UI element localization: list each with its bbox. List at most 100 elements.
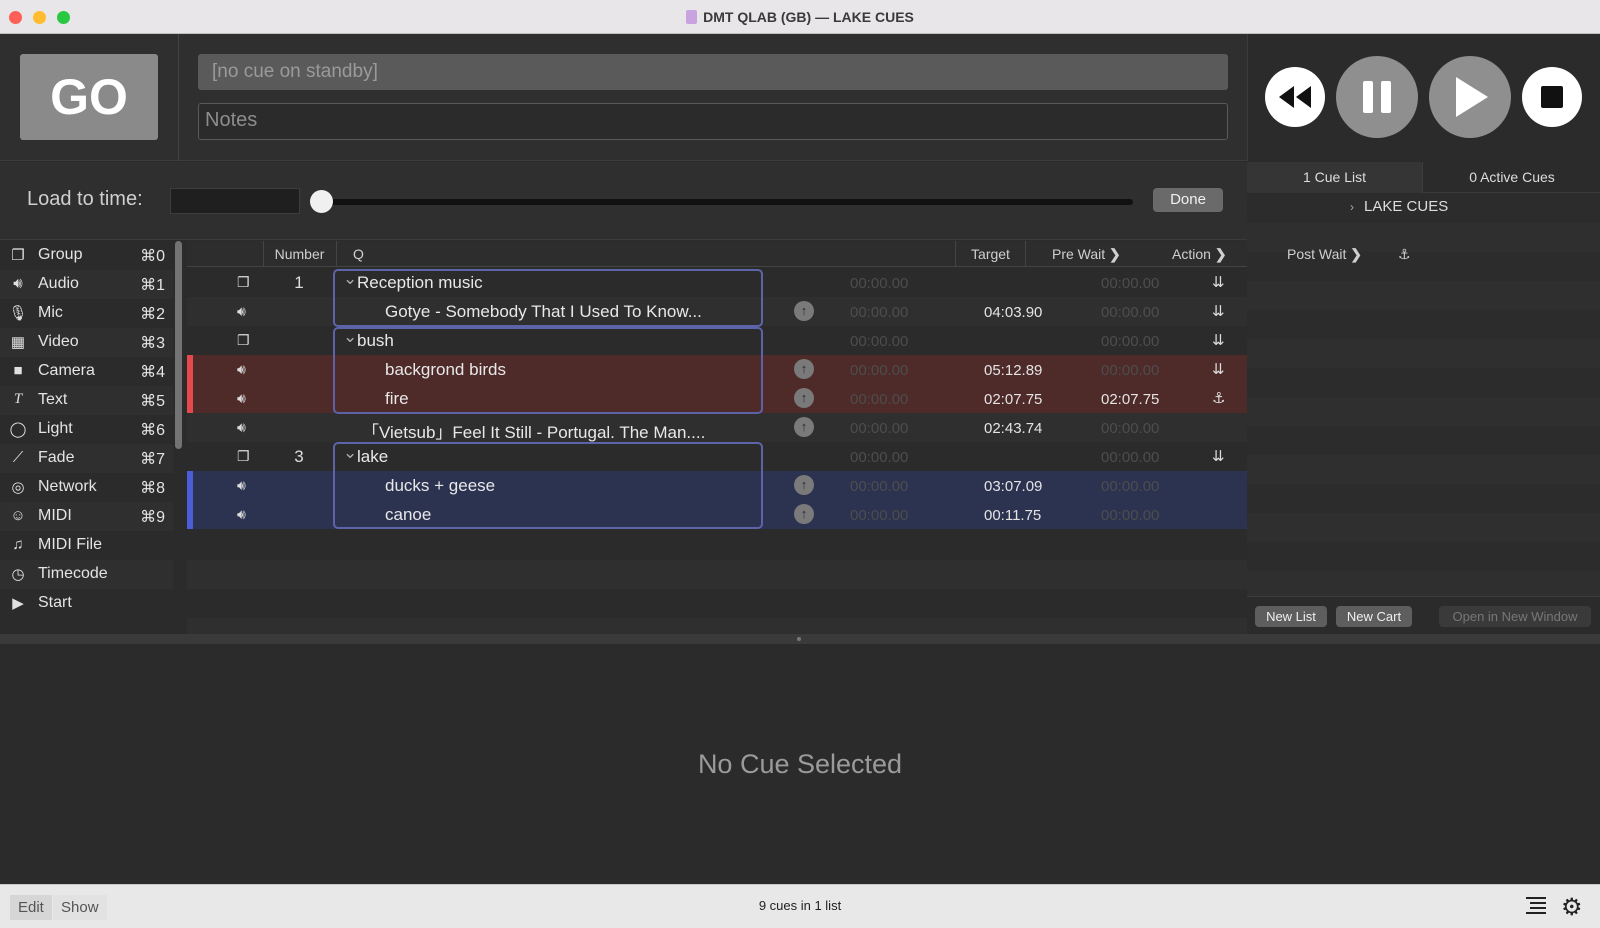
cue-name[interactable]: ⌄ lake	[343, 443, 388, 467]
cue-list-item[interactable]: › LAKE CUES	[1350, 198, 1448, 215]
cue-action-time[interactable]: 05:12.89	[984, 362, 1042, 379]
toolbox-item-fade[interactable]: ⟋ Fade ⌘7	[0, 444, 173, 473]
list-view-icon[interactable]	[1526, 895, 1546, 917]
toolbox-item-timecode[interactable]: ◷ Timecode	[0, 560, 173, 589]
auto-follow-icon[interactable]: ⇊	[1212, 273, 1225, 291]
go-button[interactable]: GO	[20, 54, 158, 140]
cue-name[interactable]: Gotye - Somebody That I Used To Know...	[385, 302, 702, 322]
table-row[interactable]: 🔊︎ fire ↑ 00:00.00 02:07.75 02:07.75 ⚓︎	[187, 384, 1247, 413]
chevron-down-icon[interactable]: ⌄	[343, 443, 357, 463]
target-arrow-icon[interactable]: ↑	[794, 388, 814, 408]
toolbox-item-start[interactable]: ▶ Start	[0, 589, 173, 618]
header-continue-icon[interactable]: ⚓︎	[1398, 241, 1418, 267]
stop-button[interactable]	[1522, 67, 1582, 127]
cue-post-wait[interactable]: 00:00.00	[1101, 478, 1159, 495]
cue-pre-wait[interactable]: 00:00.00	[850, 391, 908, 408]
standby-field[interactable]: [no cue on standby]	[198, 54, 1228, 90]
cue-action-time[interactable]: 02:43.74	[984, 420, 1042, 437]
toolbox-item-video[interactable]: ▦ Video ⌘3	[0, 328, 173, 357]
load-time-field[interactable]	[170, 188, 300, 214]
cue-name[interactable]: canoe	[385, 505, 431, 525]
toolbox-item-midi[interactable]: ☺ MIDI ⌘9	[0, 502, 173, 531]
notes-field[interactable]: Notes	[198, 103, 1228, 140]
load-time-slider-knob[interactable]	[310, 190, 333, 213]
auto-follow-icon[interactable]: ⇊	[1212, 302, 1225, 320]
open-in-new-window-button[interactable]: Open in New Window	[1439, 606, 1591, 627]
load-time-slider[interactable]	[320, 199, 1133, 205]
toolbox-scrollbar[interactable]	[175, 241, 182, 449]
tab-active-cues[interactable]: 0 Active Cues	[1424, 162, 1600, 193]
cue-pre-wait[interactable]: 00:00.00	[850, 507, 908, 524]
settings-gear-icon[interactable]: ⚙	[1561, 893, 1585, 921]
resume-button[interactable]	[1429, 56, 1511, 138]
header-pre-wait[interactable]: Pre Wait ❯	[1025, 241, 1141, 267]
cue-name[interactable]: ducks + geese	[385, 476, 495, 496]
toolbox-item-group[interactable]: ❐ Group ⌘0	[0, 241, 173, 270]
new-list-button[interactable]: New List	[1255, 606, 1327, 627]
table-row[interactable]: ❐ 1 ⌄ Reception music 00:00.00 00:00.00 ⇊	[187, 268, 1247, 297]
cue-name[interactable]: ⌄ bush	[343, 327, 394, 351]
cue-post-wait[interactable]: 00:00.00	[1101, 275, 1159, 292]
chevron-down-icon[interactable]: ⌄	[343, 327, 357, 347]
cue-post-wait[interactable]: 00:00.00	[1101, 420, 1159, 437]
cue-post-wait[interactable]: 00:00.00	[1101, 333, 1159, 350]
divider-handle[interactable]	[797, 637, 801, 641]
cue-number[interactable]: 1	[263, 273, 335, 293]
cue-pre-wait[interactable]: 00:00.00	[850, 304, 908, 321]
cue-name[interactable]: ⌄ Reception music	[343, 269, 483, 293]
toolbox-item-audio[interactable]: 🔊︎ Audio ⌘1	[0, 270, 173, 299]
cue-name[interactable]: 「Vietsub」Feel It Still - Portugal. The M…	[362, 418, 705, 443]
cue-post-wait[interactable]: 00:00.00	[1101, 304, 1159, 321]
target-arrow-icon[interactable]: ↑	[794, 301, 814, 321]
cue-action-time[interactable]: 00:11.75	[984, 507, 1041, 524]
cue-number[interactable]: 3	[263, 447, 335, 467]
cue-post-wait[interactable]: 02:07.75	[1101, 391, 1159, 408]
chevron-down-icon[interactable]: ⌄	[343, 269, 357, 289]
target-arrow-icon[interactable]: ↑	[794, 504, 814, 524]
cue-name[interactable]: backgrond birds	[385, 360, 506, 380]
header-target[interactable]: Target	[955, 241, 1025, 267]
cue-name[interactable]: fire	[385, 389, 409, 409]
header-action[interactable]: Action ❯	[1172, 241, 1262, 267]
cue-action-time[interactable]: 03:07.09	[984, 478, 1042, 495]
header-post-wait[interactable]: Post Wait ❯	[1287, 241, 1387, 267]
target-arrow-icon[interactable]: ↑	[794, 417, 814, 437]
cue-pre-wait[interactable]: 00:00.00	[850, 275, 908, 292]
new-cart-button[interactable]: New Cart	[1336, 606, 1412, 627]
cue-pre-wait[interactable]: 00:00.00	[850, 420, 908, 437]
table-row[interactable]: 🔊︎ 「Vietsub」Feel It Still - Portugal. The…	[187, 413, 1247, 442]
pause-button[interactable]	[1336, 56, 1418, 138]
table-row[interactable]: ❐ ⌄ bush 00:00.00 00:00.00 ⇊	[187, 326, 1247, 355]
cue-pre-wait[interactable]: 00:00.00	[850, 333, 908, 350]
target-arrow-icon[interactable]: ↑	[794, 475, 814, 495]
cue-action-time[interactable]: 04:03.90	[984, 304, 1042, 321]
cue-pre-wait[interactable]: 00:00.00	[850, 362, 908, 379]
split-divider[interactable]	[0, 634, 1600, 644]
toolbox-item-camera[interactable]: ■ Camera ⌘4	[0, 357, 173, 386]
table-row[interactable]: 🔊︎ canoe ↑ 00:00.00 00:11.75 00:00.00	[187, 500, 1247, 529]
auto-follow-icon[interactable]: ⇊	[1212, 447, 1225, 465]
toolbox-item-light[interactable]: ◯ Light ⌘6	[0, 415, 173, 444]
toolbox-item-mic[interactable]: 🎙︎ Mic ⌘2	[0, 299, 173, 328]
cue-pre-wait[interactable]: 00:00.00	[850, 478, 908, 495]
done-button[interactable]: Done	[1153, 188, 1223, 212]
tab-cue-lists[interactable]: 1 Cue List	[1247, 162, 1423, 193]
toolbox-item-midi-file[interactable]: ♫ MIDI File	[0, 531, 173, 560]
table-row[interactable]: 🔊︎ Gotye - Somebody That I Used To Know..…	[187, 297, 1247, 326]
cue-pre-wait[interactable]: 00:00.00	[850, 449, 908, 466]
header-number[interactable]: Number	[263, 241, 335, 267]
rewind-button[interactable]	[1265, 67, 1325, 127]
cue-action-time[interactable]: 02:07.75	[984, 391, 1042, 408]
cue-post-wait[interactable]: 00:00.00	[1101, 507, 1159, 524]
cue-post-wait[interactable]: 00:00.00	[1101, 362, 1159, 379]
toolbox-item-network[interactable]: ◎ Network ⌘8	[0, 473, 173, 502]
auto-follow-icon[interactable]: ⇊	[1212, 331, 1225, 349]
auto-follow-icon[interactable]: ⇊	[1212, 360, 1225, 378]
toolbox-item-text[interactable]: T Text ⌘5	[0, 386, 173, 415]
table-row[interactable]: 🔊︎ ducks + geese ↑ 00:00.00 03:07.09 00:00.00	[187, 471, 1247, 500]
target-arrow-icon[interactable]: ↑	[794, 359, 814, 379]
table-row[interactable]: ❐ 3 ⌄ lake 00:00.00 00:00.00 ⇊	[187, 442, 1247, 471]
header-q[interactable]: Q	[336, 241, 956, 267]
table-row[interactable]: 🔊︎ backgrond birds ↑ 00:00.00 05:12.89 00:00.…	[187, 355, 1247, 384]
cue-post-wait[interactable]: 00:00.00	[1101, 449, 1159, 466]
